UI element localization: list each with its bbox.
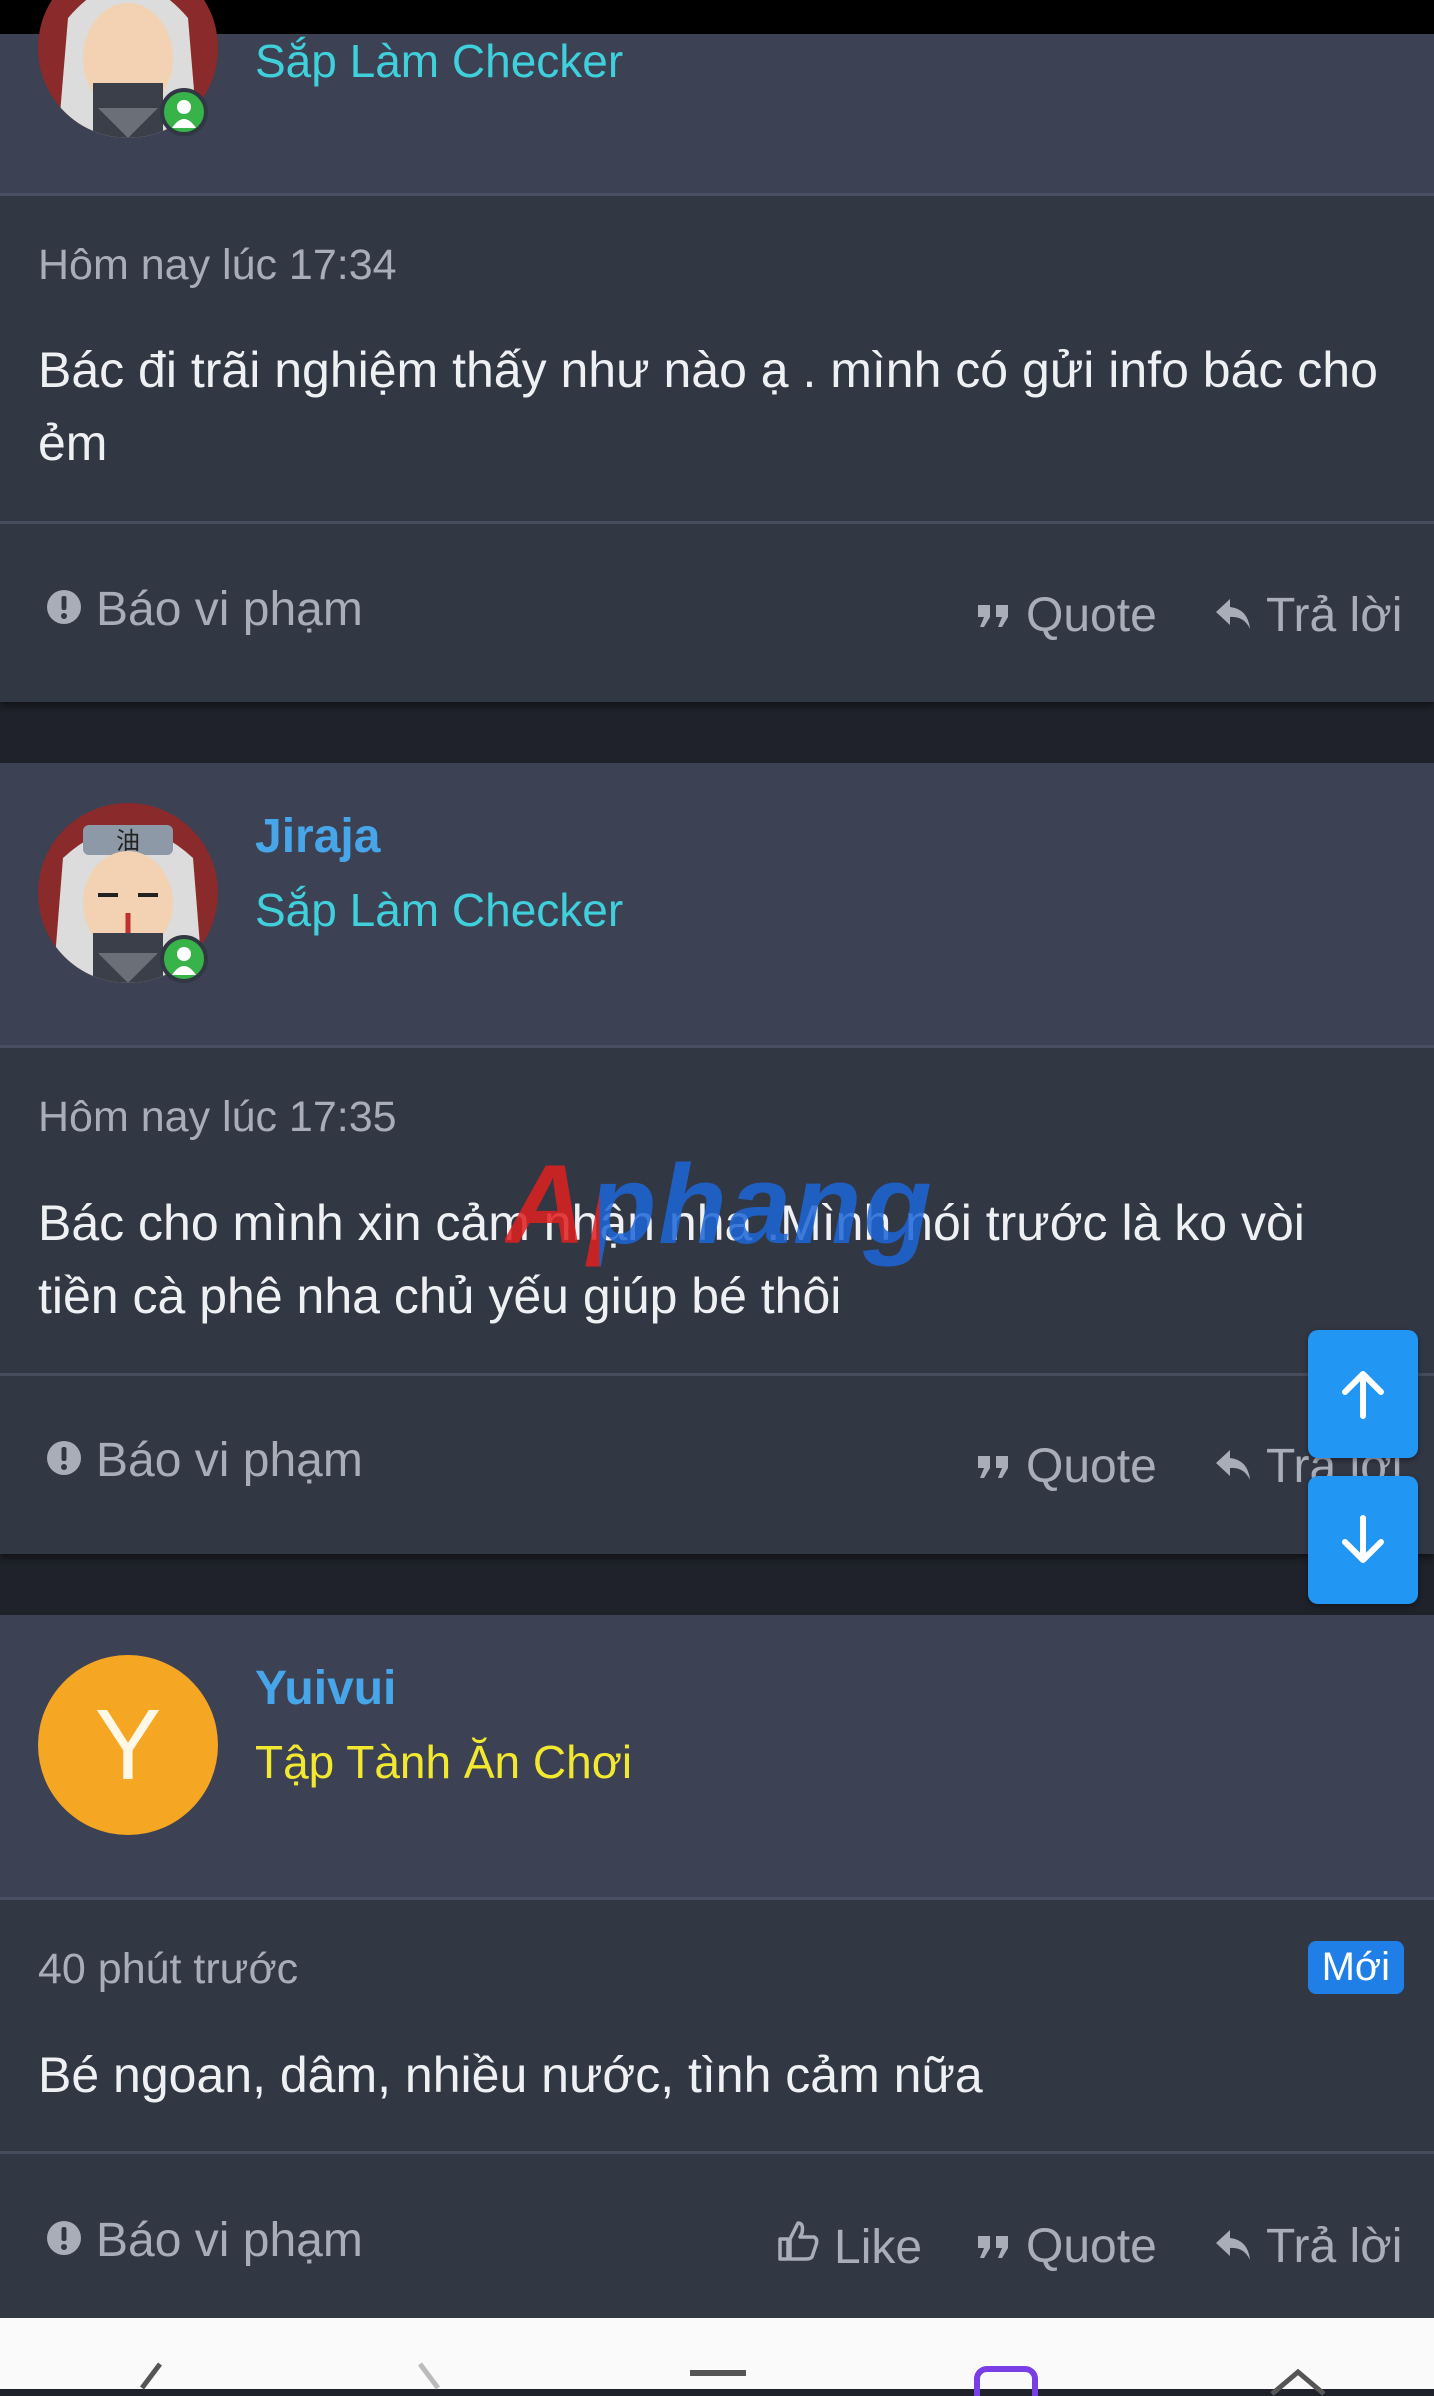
new-badge: Mới [1307,1941,1404,1994]
post-1: Sắp Làm Checker Hôm nay lúc 17:34 Bác đi… [0,0,1434,702]
post-message: Bác đi trãi nghiệm thấy như nào ạ . mình… [38,342,1378,471]
avatar[interactable]: Y [38,1655,218,1835]
arrow-up-icon [1342,1371,1384,1419]
quote-label: Quote [1026,1440,1157,1493]
watermark-logo: Aphang [505,1140,934,1269]
reply-label: Trả lời [1266,2220,1403,2273]
reply-button[interactable]: Trả lời [1214,588,1402,643]
report-label: Báo vi phạm [96,583,363,636]
scroll-bottom-button[interactable] [1308,1476,1418,1604]
post-header: Y Yuivui Tập Tành Ăn Chơi [0,1615,1434,1900]
quote-icon [976,2219,1012,2274]
reply-button[interactable]: Trả lời [1214,2219,1402,2274]
quote-icon [976,588,1012,643]
reply-icon [1214,2219,1252,2274]
report-button[interactable]: Báo vi phạm [46,582,363,637]
quote-label: Quote [1026,589,1157,642]
user-title: Tập Tành Ăn Chơi [255,1736,633,1788]
back-icon[interactable] [130,2362,170,2392]
like-label: Like [834,2220,923,2274]
post-3: Y Yuivui Tập Tành Ăn Chơi 40 phút trước … [0,1615,1434,2318]
home-icon[interactable] [1268,2366,1328,2396]
divider [0,2151,1434,2154]
report-label: Báo vi phạm [96,2214,363,2267]
post-timestamp[interactable]: 40 phút trước [38,1945,298,1994]
quote-button[interactable]: Quote [976,2219,1157,2274]
tabs-icon[interactable] [974,2366,1038,2396]
post-header: Sắp Làm Checker [0,0,1434,196]
quote-button[interactable]: Quote [976,1439,1157,1494]
user-title: Sắp Làm Checker [255,35,624,87]
report-label: Báo vi phạm [96,1434,363,1487]
username[interactable]: Jiraja [255,809,380,864]
forward-icon[interactable] [410,2362,450,2392]
thumbs-up-icon [776,2219,820,2275]
report-button[interactable]: Báo vi phạm [46,2213,363,2268]
quote-label: Quote [1026,2220,1157,2273]
divider [0,521,1434,524]
divider [0,1373,1434,1376]
post-timestamp[interactable]: Hôm nay lúc 17:34 [38,241,397,290]
alert-icon [46,1433,82,1488]
alert-icon [46,582,82,637]
online-status-icon [160,935,208,983]
arrow-down-icon [1342,1515,1384,1563]
user-title: Sắp Làm Checker [255,884,624,936]
alert-icon [46,2213,82,2268]
menu-icon[interactable] [690,2370,746,2390]
browser-navbar [0,2318,1434,2396]
avatar-letter: Y [94,1688,162,1801]
watermark-text: Aphang [505,1142,934,1267]
reply-icon [1214,588,1252,643]
quote-icon [976,1439,1012,1494]
reply-label: Trả lời [1266,589,1403,642]
reply-icon [1214,1439,1252,1494]
username[interactable]: Yuivui [255,1661,396,1716]
post-timestamp[interactable]: Hôm nay lúc 17:35 [38,1093,397,1142]
online-status-icon [160,88,208,136]
quote-button[interactable]: Quote [976,588,1157,643]
svg-text:油: 油 [116,827,140,855]
like-button[interactable]: Like [776,2219,922,2275]
scroll-top-button[interactable] [1308,1330,1418,1458]
report-button[interactable]: Báo vi phạm [46,1433,363,1488]
post-header: 油 Jiraja Sắp Làm Checker [0,763,1434,1048]
post-message: Bé ngoan, dâm, nhiều nước, tình cảm nữa [38,2047,983,2103]
